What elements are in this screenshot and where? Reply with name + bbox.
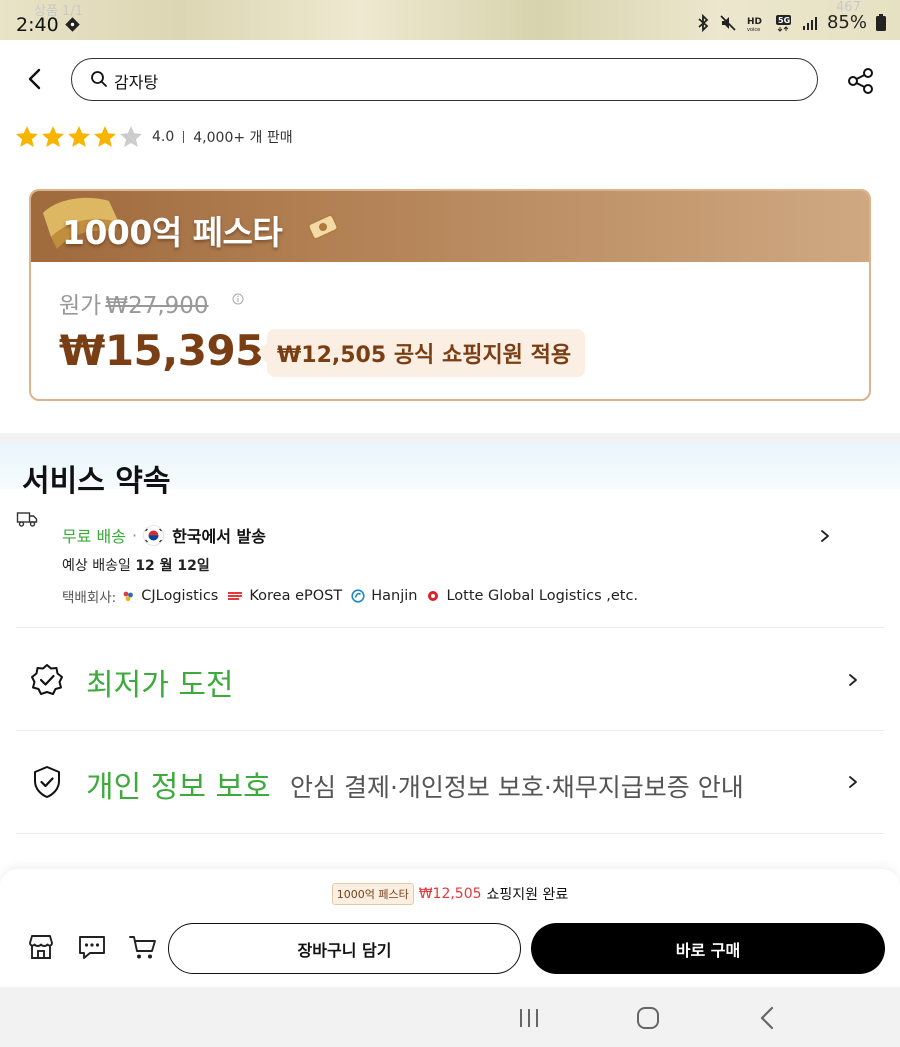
carrier-list: 택배회사: CJLogistics Korea ePOST Hanjin Lot… [62, 586, 647, 606]
privacy-description: 안심 결제·개인정보 보호·채무지급보증 안내 [290, 773, 744, 802]
mute-icon [720, 14, 736, 31]
bluetooth-icon [698, 13, 709, 32]
battery-icon [876, 14, 886, 31]
lowest-price-title: 최저가 도전 [86, 668, 234, 703]
carrier-lotte: Lotte Global Logistics ,etc. [426, 588, 638, 604]
rating-divider [183, 131, 185, 143]
star-filled-icon [68, 126, 90, 147]
info-icon[interactable] [232, 293, 244, 305]
system-navigation-bar [0, 987, 900, 1047]
rating-value: 4.0 [152, 129, 175, 145]
battery-percent: 85% [826, 12, 867, 33]
shield-check-icon [34, 766, 60, 798]
bottom-action-bar: 1000억 페스타 ₩12,505 쇼핑지원 완료 장바구니 담기 바로 구매 [0, 869, 900, 987]
support-badge: ₩12,505 공식 쇼핑지원 적용 [256, 329, 586, 377]
5g-icon: 5G [775, 14, 791, 32]
star-rating [14, 124, 144, 150]
chevron-right-icon[interactable] [846, 672, 860, 688]
add-to-cart-button[interactable]: 장바구니 담기 [168, 923, 521, 974]
search-icon [91, 71, 107, 87]
carrier-cj: CJLogistics [121, 588, 218, 604]
cart-icon[interactable] [128, 932, 158, 962]
status-bar: 2:40 HD voice 5G 85% [0, 0, 900, 52]
star-filled-icon [42, 126, 64, 147]
estimated-delivery: 예상 배송일 12 월 12일 [62, 555, 210, 575]
epost-logo-icon [228, 592, 243, 600]
rating-row[interactable]: 4.0 4,000+ 개 판매 [14, 124, 293, 150]
hanjin-logo-icon [351, 589, 365, 603]
svg-text:HD: HD [747, 17, 762, 27]
signal-icon [802, 16, 817, 30]
service-title: 서비스 약속 [22, 464, 171, 499]
status-time: 2:40 [16, 14, 59, 36]
free-shipping-label: 무료 배송 [62, 527, 126, 546]
support-done-label: 쇼핑지원 완료 [486, 887, 569, 903]
privacy-row[interactable]: 개인 정보 보호 안심 결제·개인정보 보호·채무지급보증 안내 [0, 752, 900, 812]
search-input[interactable]: 감자탕 [71, 58, 818, 101]
chat-icon[interactable] [77, 932, 107, 962]
eta-label: 예상 배송일 [62, 558, 131, 574]
star-filled-icon [94, 126, 116, 147]
share-icon[interactable] [846, 66, 876, 96]
shipping-summary[interactable]: 무료 배송 · 한국에서 발송 [62, 523, 266, 547]
privacy-title: 개인 정보 보호 [86, 770, 271, 805]
back-icon[interactable] [20, 64, 50, 94]
lowest-price-row[interactable]: 최저가 도전 [0, 650, 900, 710]
hd-voice-icon: HDvoice [747, 17, 762, 32]
festa-banner: 1000억 페스타 [31, 191, 869, 262]
buy-now-button[interactable]: 바로 구매 [531, 923, 885, 974]
carrier-hanjin: Hanjin [351, 588, 417, 604]
row-divider [16, 730, 884, 731]
section-divider [0, 433, 900, 443]
carrier-epost: Korea ePOST [227, 588, 342, 604]
carrier-label: 택배회사: [62, 590, 117, 606]
festa-tag: 1000억 페스타 [331, 883, 414, 905]
svg-text:5G: 5G [778, 16, 790, 25]
recent-apps-icon[interactable] [516, 1005, 542, 1031]
row-divider [16, 833, 884, 834]
star-empty-icon [120, 126, 142, 147]
lotte-logo-icon [428, 591, 439, 601]
separator: · [131, 525, 138, 545]
chevron-right-icon[interactable] [846, 774, 860, 790]
festa-title: 1000억 페스타 [62, 213, 283, 252]
cj-logo-icon [123, 591, 134, 602]
money-icon [308, 214, 338, 240]
sold-count: 4,000+ 개 판매 [193, 130, 293, 146]
original-price: 원가 ₩27,900 [59, 286, 209, 320]
search-query: 감자탕 [114, 73, 159, 92]
korea-flag-icon [143, 524, 164, 546]
sale-price: ₩15,395 [59, 326, 264, 375]
chevron-right-icon[interactable] [818, 528, 832, 544]
support-text: ₩12,505 공식 쇼핑지원 적용 [277, 343, 572, 368]
eta-date: 12 월 12일 [135, 558, 210, 574]
original-price-amount: ₩27,900 [105, 293, 209, 319]
badge-check-icon [31, 664, 63, 695]
store-icon[interactable] [26, 932, 56, 962]
star-filled-icon [16, 126, 38, 147]
svg-text:voice: voice [747, 27, 760, 32]
nav-back-icon[interactable] [755, 1005, 781, 1031]
festa-price-card: 1000억 페스타 원가 ₩27,900 ₩15,395 ₩12,505 공식 쇼… [29, 189, 871, 401]
diamond-icon [65, 17, 80, 32]
row-divider [16, 627, 884, 628]
support-notice: 1000억 페스타 ₩12,505 쇼핑지원 완료 [0, 883, 900, 905]
truck-icon [16, 512, 38, 527]
support-amount: ₩12,505 [418, 886, 482, 902]
ship-origin: 한국에서 발송 [172, 527, 266, 546]
status-icons: HD voice 5G 85% [696, 12, 886, 33]
home-icon[interactable] [635, 1005, 661, 1031]
original-price-label: 원가 [59, 293, 102, 319]
